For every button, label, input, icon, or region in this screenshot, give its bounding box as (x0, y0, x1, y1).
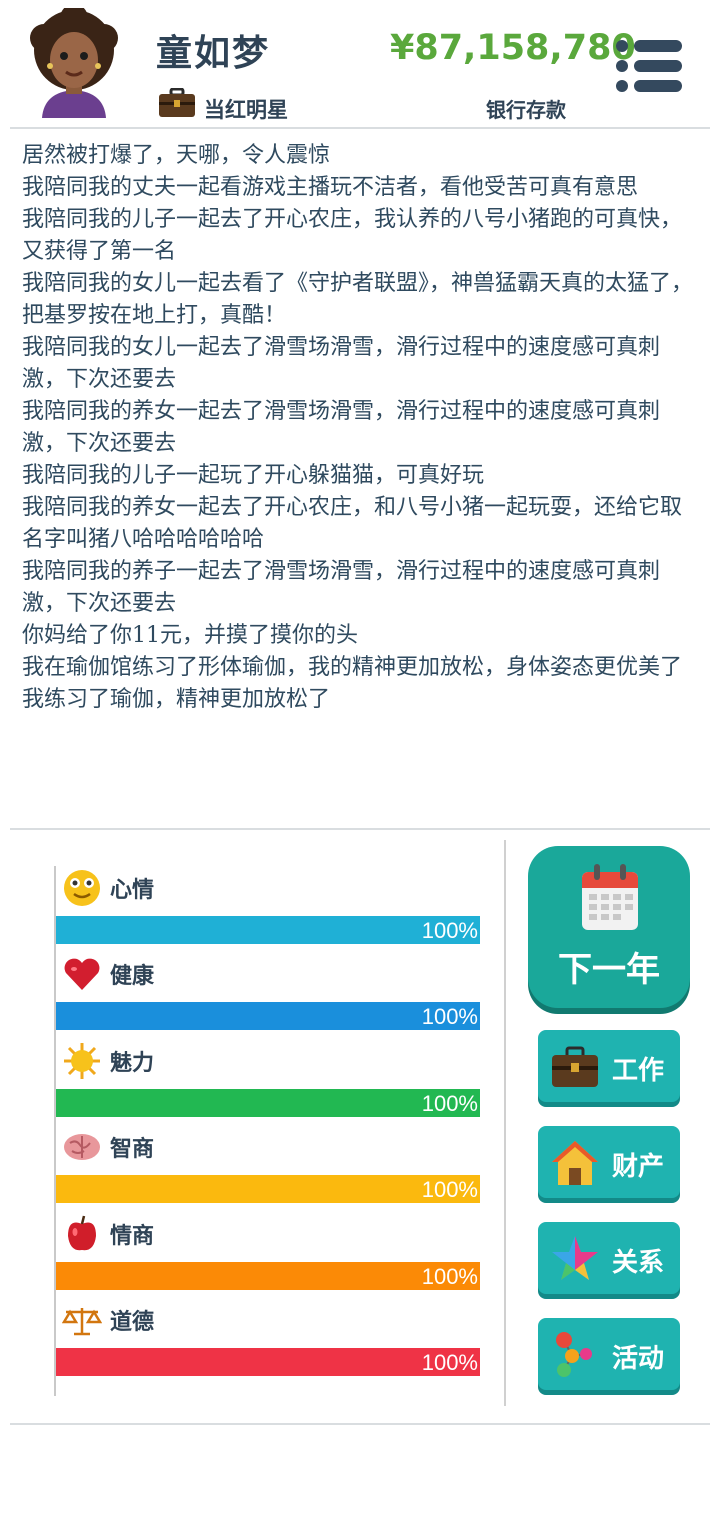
stat-label: 情商 (110, 1223, 155, 1249)
stat-value: 100% (421, 918, 478, 943)
stat-iq: 智商 100% (56, 1125, 480, 1211)
log-entry: 我在瑜伽馆练习了形体瑜伽，我的精神更加放松，身体姿态更优美了 (22, 655, 683, 680)
activity-icon (556, 1332, 592, 1377)
stat-charm: 魅力 100% (56, 1039, 480, 1125)
stat-label: 智商 (110, 1137, 155, 1163)
header-divider (10, 127, 710, 129)
stat-bar: 100% (56, 1002, 480, 1031)
relations-button[interactable]: 关系 (538, 1222, 680, 1294)
log-entry: 我陪同我的养女一起去了滑雪场滑雪，滑行过程中的速度感可真刺激，下次还要去 (22, 399, 661, 456)
stat-bar-fill (56, 1347, 480, 1376)
activities-button[interactable]: 活动 (538, 1318, 680, 1390)
stat-eq: 情商 100% (56, 1212, 480, 1298)
stat-label: 健康 (110, 964, 155, 990)
work-button[interactable]: 工作 (538, 1030, 680, 1102)
stat-health: 健康 100% (56, 952, 480, 1038)
log-entry: 我陪同我的儿子一起去了开心农庄，我认养的八号小猪跑的可真快，又获得了第一名 (22, 207, 683, 264)
stat-bar: 100% (56, 1175, 480, 1204)
stat-value: 100% (421, 1004, 478, 1030)
stat-morality: 道德 100% (56, 1298, 480, 1384)
log-entry: 我陪同我的女儿一起去了滑雪场滑雪，滑行过程中的速度感可真刺激，下次还要去 (22, 335, 661, 392)
stat-bar-fill (56, 1261, 480, 1290)
scales-icon (62, 1307, 102, 1336)
stat-value: 100% (421, 1177, 478, 1203)
log-entry: 我练习了瑜伽，精神更加放松了 (22, 687, 331, 712)
log-entry: 我陪同我的养女一起去了开心农庄，和八号小猪一起玩耍，还给它取名字叫猪八哈哈哈哈哈… (22, 495, 683, 552)
work-label: 工作 (612, 1056, 665, 1086)
stat-bar: 100% (56, 1261, 480, 1290)
stat-bar: 100% (56, 916, 480, 944)
log-entry: 我陪同我的养子一起去了滑雪场滑雪，滑行过程中的速度感可真刺激，下次还要去 (22, 559, 661, 616)
stat-mood: 心情 100% (56, 866, 480, 952)
heart-icon (64, 958, 100, 991)
stat-value: 100% (421, 1090, 478, 1116)
player-name: 童如梦 (156, 32, 271, 74)
stat-bar: 100% (56, 1347, 480, 1376)
briefcase-icon (552, 1046, 598, 1087)
panel-divider (504, 840, 506, 1406)
property-button[interactable]: 财产 (538, 1126, 680, 1198)
event-log[interactable]: 居然被打爆了，天哪，令人震惊 我陪同我的丈夫一起看游戏主播玩不洁者，看他受苦可真… (22, 140, 698, 716)
stats-panel: 心情 100% 健康 100% 魅力 100% 智商 100% 情商 100% … (54, 866, 480, 1396)
briefcase-icon (159, 88, 195, 117)
activities-label: 活动 (612, 1344, 665, 1374)
bank-balance: ¥87,158,780 (390, 28, 636, 68)
stat-label: 魅力 (110, 1050, 155, 1076)
log-entry: 我陪同我的丈夫一起看游戏主播玩不洁者，看他受苦可真有意思 (22, 175, 639, 200)
star-icon (552, 1236, 598, 1280)
stat-bar-fill (56, 1175, 480, 1204)
stat-label: 道德 (110, 1309, 155, 1335)
stat-label: 心情 (110, 878, 155, 903)
stat-value: 100% (421, 1263, 478, 1289)
stat-value: 100% (421, 1349, 478, 1375)
log-entry: 我陪同我的女儿一起去看了《守护者联盟》，神兽猛霸天真的太猛了，把基罗按在地上打，… (22, 271, 694, 328)
relations-label: 关系 (612, 1248, 665, 1278)
bank-balance-label: 银行存款 (486, 98, 566, 122)
menu-icon[interactable] (614, 38, 684, 94)
log-entry: 我陪同我的儿子一起玩了开心躲猫猫，可真好玩 (22, 463, 485, 488)
brain-icon (64, 1134, 100, 1161)
sun-icon (64, 1042, 100, 1079)
footer-divider (10, 1423, 710, 1425)
next-year-button[interactable]: 下一年 (528, 846, 690, 1008)
stat-bar-fill (56, 1002, 480, 1031)
header: 童如梦 当红明星 ¥87,158,780 银行存款 (0, 0, 720, 128)
calendar-icon (582, 864, 638, 930)
job-title: 当红明星 (204, 98, 288, 122)
next-year-label: 下一年 (558, 950, 660, 990)
stat-bar-fill (56, 1088, 480, 1117)
log-divider (10, 828, 710, 830)
stat-bar-fill (56, 916, 480, 944)
property-label: 财产 (612, 1152, 665, 1182)
log-entry: 你妈给了你11元，并摸了摸你的头 (22, 623, 358, 648)
smiley-icon (64, 870, 100, 906)
apple-icon (68, 1215, 96, 1250)
log-entry: 居然被打爆了，天哪，令人震惊 (22, 143, 331, 168)
avatar[interactable] (24, 8, 124, 118)
stat-bar: 100% (56, 1088, 480, 1117)
house-icon (552, 1141, 598, 1185)
